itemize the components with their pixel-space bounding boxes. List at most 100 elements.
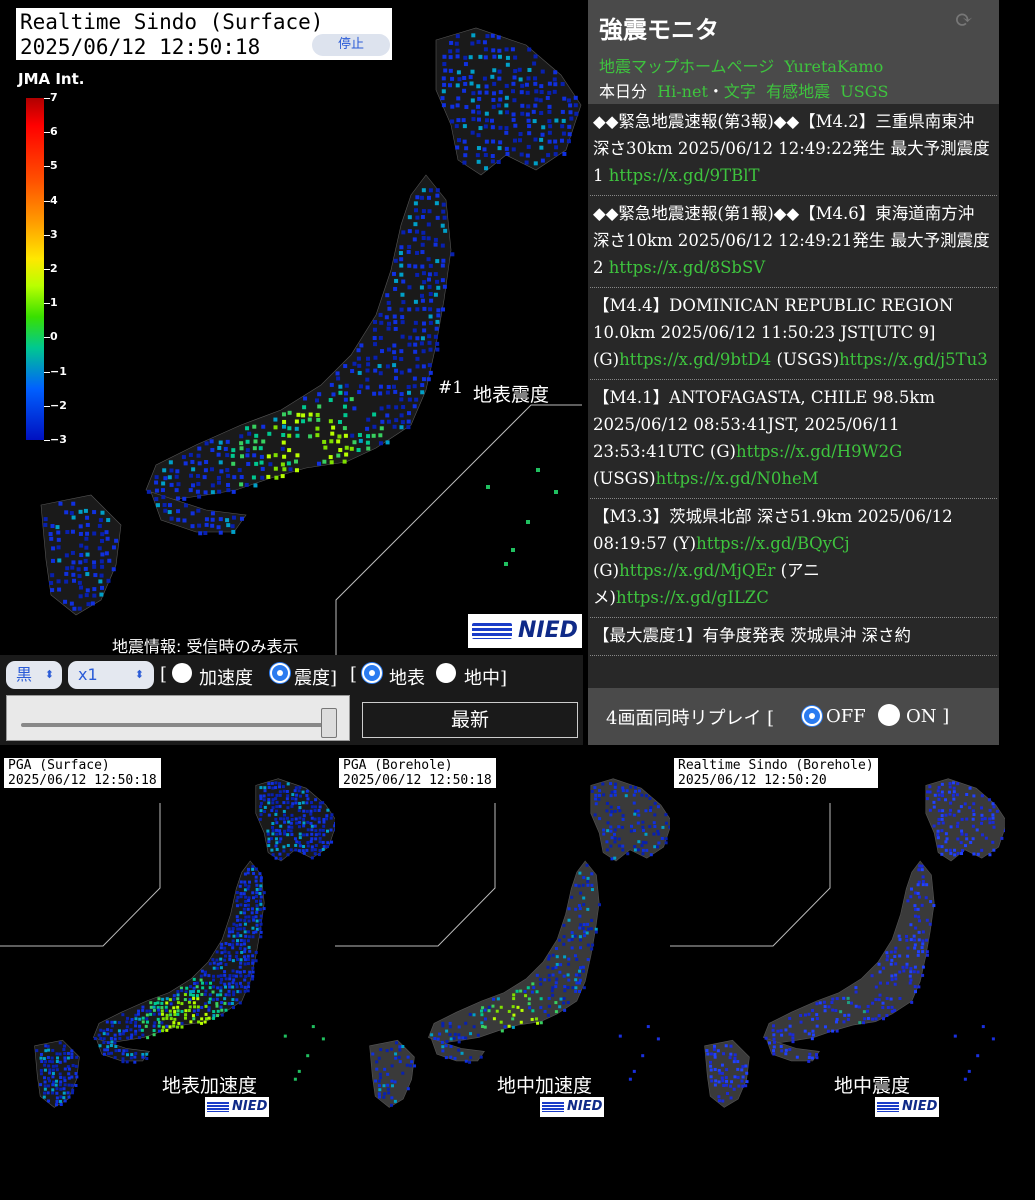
refresh-icon[interactable]: ⟳ [955,8,973,33]
slider-thumb[interactable] [321,708,337,738]
station-point [621,814,625,818]
station-point [386,321,391,326]
mini-map-label: 地表加速度 [162,1075,258,1097]
news-link[interactable]: https://x.gd/N0heM [656,469,819,488]
news-link[interactable]: https://x.gd/gILZC [616,588,769,607]
station-point [407,390,412,395]
news-link[interactable]: https://x.gd/BQyCj [696,534,850,553]
station-point [298,806,302,810]
station-point [70,1083,74,1087]
station-point [286,843,290,847]
station-point [513,69,518,74]
station-point [110,1020,114,1024]
station-point [590,947,594,951]
station-point [940,817,944,821]
station-point [483,153,488,158]
station-point [215,1004,219,1008]
station-point [744,1084,748,1088]
station-point [455,103,460,108]
station-point [936,789,940,793]
station-point [343,413,348,418]
station-point [283,820,287,824]
station-point [386,1072,390,1076]
station-point [217,489,222,494]
radio-replay-off[interactable] [802,706,822,726]
station-point [163,508,168,513]
station-point [520,111,525,116]
link-map-homepage[interactable]: 地震マップホームページ [599,57,774,76]
link-felt-earthquakes[interactable]: 有感地震 [766,82,830,101]
station-point [278,785,282,789]
station-point [640,844,644,848]
station-point [286,794,290,798]
radio-surface[interactable] [362,663,382,683]
news-link[interactable]: https://x.gd/j5Tu3 [839,350,988,369]
color-select[interactable]: 黒 ⬍ [6,661,62,689]
station-point [975,828,979,832]
station-point [971,837,975,841]
station-point [85,552,90,557]
link-text[interactable]: 文字 [724,82,756,101]
station-point [917,880,921,884]
link-hinet[interactable]: Hi-net [657,82,708,101]
station-point [972,794,976,798]
radio-borehole[interactable] [436,663,456,683]
station-point [705,1049,709,1053]
station-point [788,1047,792,1051]
station-point [226,488,231,493]
radio-replay-on[interactable] [878,704,900,726]
station-point [971,817,975,821]
station-point [210,511,215,516]
station-point [188,452,193,457]
station-point [192,996,196,1000]
station-point [498,97,503,102]
station-point [235,951,239,955]
station-point [329,439,334,444]
station-point [438,1032,442,1036]
station-point [525,90,530,95]
station-point [483,55,488,60]
station-point [105,1048,109,1052]
station-point [219,957,223,961]
station-point [653,825,657,829]
station-point [633,812,637,816]
station-point [85,531,90,536]
station-point [426,257,431,262]
station-point [454,41,459,46]
link-usgs[interactable]: USGS [840,82,888,101]
station-point [200,1017,204,1021]
link-yuretakamo[interactable]: YuretaKamo [784,57,883,76]
station-point [717,1080,721,1084]
latest-button[interactable]: 最新 [362,702,578,738]
station-point [933,793,937,797]
time-slider[interactable] [6,695,350,741]
speed-select[interactable]: x1 ⬍ [68,661,154,689]
station-point [857,1005,861,1009]
station-point [400,420,405,425]
station-point [513,123,518,128]
station-point [570,895,574,899]
station-point [204,1017,208,1021]
stop-button[interactable]: 停止 [312,34,390,56]
station-point [554,490,558,494]
radio-sindo[interactable] [270,663,290,683]
station-point [288,467,293,472]
station-point [114,1049,118,1053]
station-point [602,828,606,832]
news-link[interactable]: https://x.gd/H9W2G [736,442,902,461]
radio-acceleration[interactable] [172,663,192,683]
news-link[interactable]: https://x.gd/9TBlT [609,166,760,185]
news-link[interactable]: https://x.gd/9btD4 [619,350,771,369]
station-point [637,789,641,793]
news-link[interactable]: https://x.gd/8SbSV [609,258,765,277]
station-point [413,349,418,354]
mini-map-label: 地中加速度 [497,1075,593,1097]
station-point [941,821,945,825]
station-point [259,895,263,899]
station-point [518,77,523,82]
station-point [244,934,248,938]
station-point [290,817,294,821]
station-point [231,448,236,453]
news-link[interactable]: https://x.gd/MjQEr [619,561,775,580]
station-point [392,363,397,368]
